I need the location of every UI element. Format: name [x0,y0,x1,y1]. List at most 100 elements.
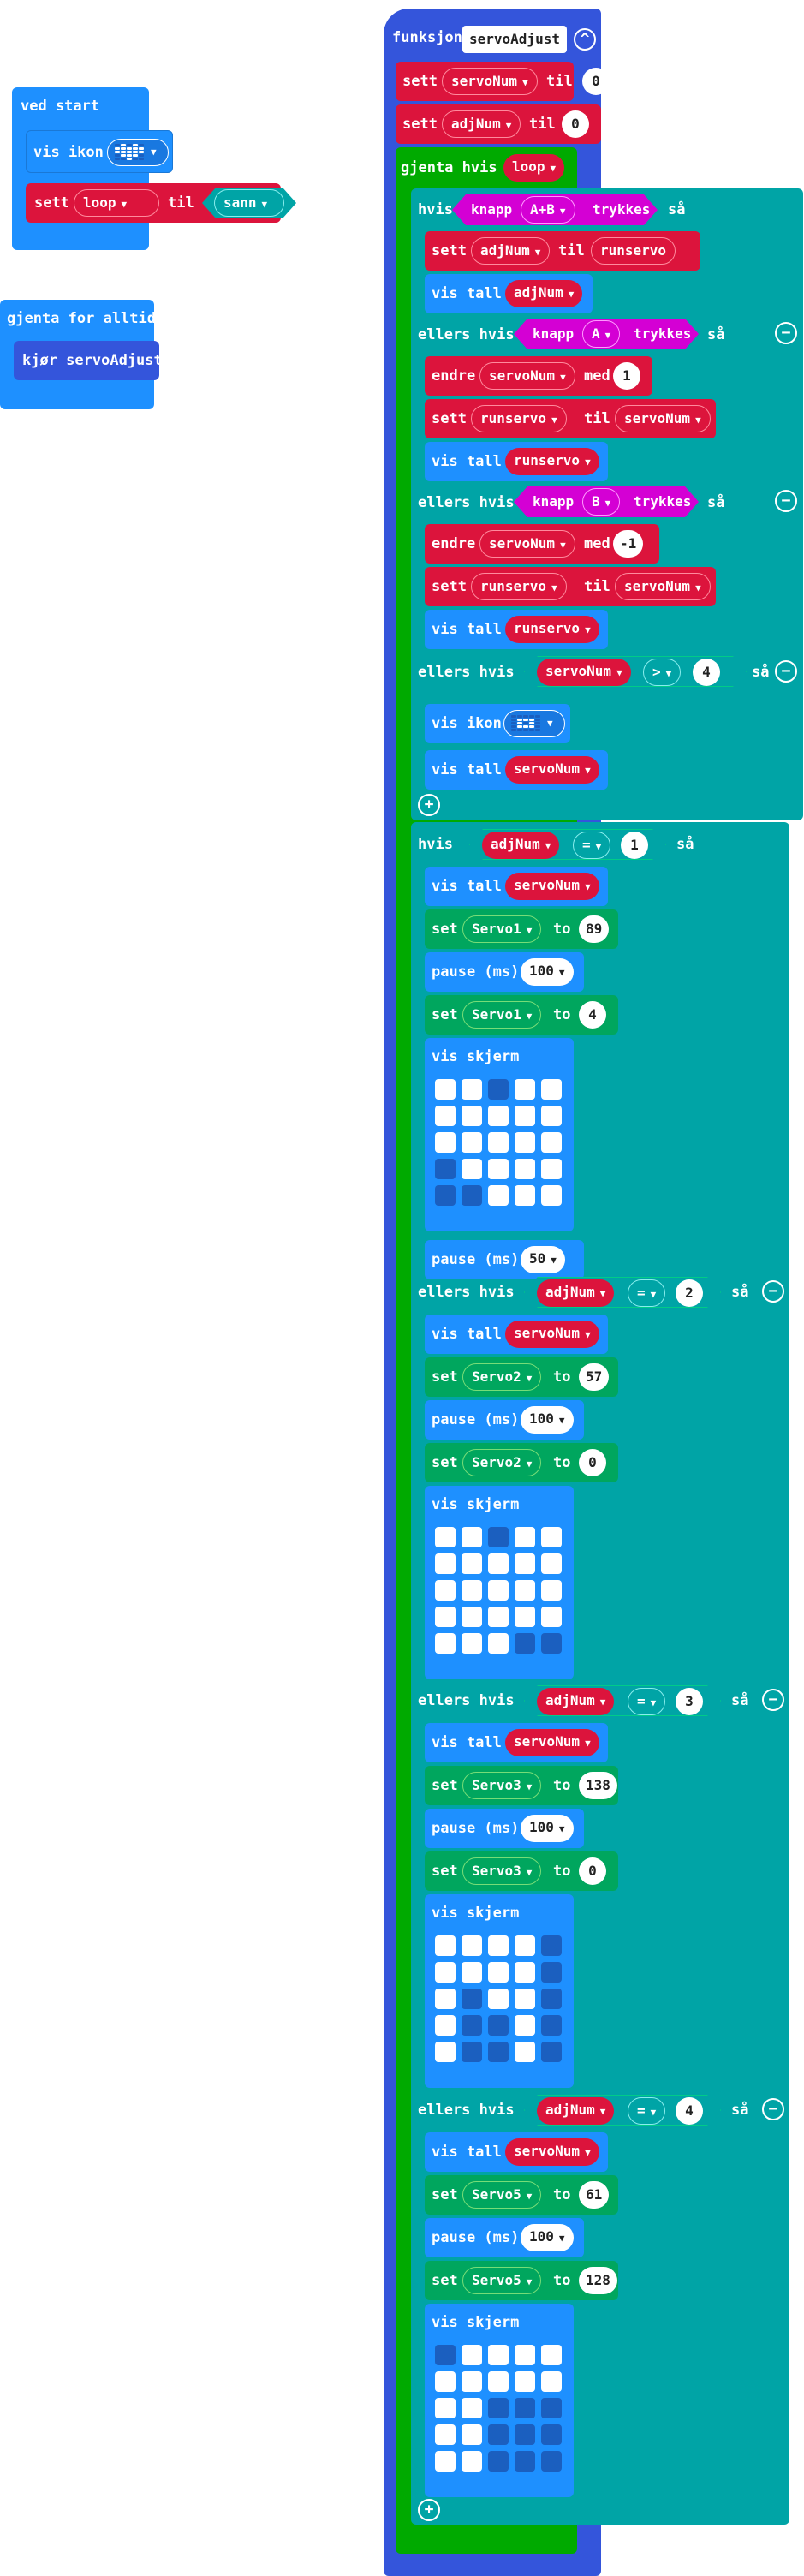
led-cell[interactable] [541,1935,562,1956]
led-cell[interactable] [515,1132,535,1153]
var-dropdown[interactable]: servoNum ▼ [479,530,575,558]
var-runservo[interactable]: runservo ▼ [505,616,599,643]
led-cell[interactable] [435,1580,456,1601]
show-number-servonum[interactable]: vis tall servoNum ▼ [425,1723,608,1762]
led-cell[interactable] [435,2451,456,2472]
led-cell[interactable] [515,1553,535,1574]
minus-circle-icon[interactable]: − [762,1689,784,1711]
var-servonum[interactable]: servoNum ▼ [505,1321,599,1348]
led-cell[interactable] [488,2451,509,2472]
operator-dropdown[interactable]: = ▼ [628,2097,665,2125]
set-runservo-servonum[interactable]: sett runservo ▼ til servoNum ▼ [425,399,716,438]
led-cell[interactable] [435,2398,456,2418]
angle-input[interactable]: 128 [579,2267,617,2294]
pause-block[interactable]: pause (ms) 100 ▼ [425,1400,584,1440]
var-dropdown[interactable]: servoNum ▼ [479,362,575,390]
led-cell[interactable] [435,2371,456,2392]
var-dropdown[interactable]: runservo ▼ [471,405,567,432]
led-cell[interactable] [462,1633,482,1654]
led-cell[interactable] [462,1607,482,1627]
angle-input[interactable]: 0 [579,1857,606,1885]
led-cell[interactable] [462,2451,482,2472]
led-cell[interactable] [541,2424,562,2445]
led-cell[interactable] [435,2424,456,2445]
led-cell[interactable] [515,2042,535,2062]
show-icon-block[interactable]: vis ikon ▼ [26,130,173,173]
show-number-runservo[interactable]: vis tall runservo ▼ [425,610,608,649]
led-cell[interactable] [435,1935,456,1956]
led-cell[interactable] [462,2042,482,2062]
var-adjnum[interactable]: adjNum ▼ [537,1279,614,1307]
var-servonum[interactable]: servoNum ▼ [537,659,631,686]
var-adjnum[interactable]: adjNum ▼ [482,832,559,859]
led-cell[interactable] [515,2424,535,2445]
led-cell[interactable] [488,1527,509,1547]
led-grid[interactable] [435,1079,572,1216]
var-runservo[interactable]: runservo [591,237,676,265]
led-cell[interactable] [488,1962,509,1983]
minus-circle-icon[interactable]: − [762,1280,784,1303]
led-cell[interactable] [515,2345,535,2365]
value-input[interactable]: 0 [562,110,589,138]
angle-input[interactable]: 138 [579,1772,617,1799]
pause-dropdown[interactable]: 100 ▼ [521,958,574,986]
led-cell[interactable] [435,1527,456,1547]
led-cell[interactable] [488,1633,509,1654]
compare-eq-2[interactable]: adjNum ▼ = ▼ 2 [524,1277,721,1308]
minus-circle-icon[interactable]: − [762,2098,784,2120]
operator-dropdown[interactable]: = ▼ [628,1688,665,1715]
show-icon-block[interactable]: vis ikon ▼ [425,704,570,743]
led-cell[interactable] [488,1185,509,1206]
led-cell[interactable] [488,1079,509,1100]
set-loop-block[interactable]: sett loop ▼ til sann ▼ [26,183,281,223]
compare-eq-3[interactable]: adjNum ▼ = ▼ 3 [524,1685,721,1716]
set-servo-block[interactable]: set Servo3 ▼ to 0 [425,1852,618,1891]
led-cell[interactable] [541,2345,562,2365]
led-cell[interactable] [462,1989,482,2009]
led-cell[interactable] [488,1989,509,2009]
show-leds-block[interactable]: vis skjerm [425,1486,574,1679]
led-cell[interactable] [515,1580,535,1601]
var-dropdown[interactable]: servoNum ▼ [442,68,538,95]
led-cell[interactable] [515,1106,535,1126]
led-cell[interactable] [435,1079,456,1100]
led-cell[interactable] [462,2424,482,2445]
led-cell[interactable] [488,1580,509,1601]
pause-block[interactable]: pause (ms) 100 ▼ [425,952,584,992]
set-servo-block[interactable]: set Servo3 ▼ to 138 [425,1766,618,1805]
var-servonum[interactable]: servoNum ▼ [615,405,711,432]
led-cell[interactable] [435,1962,456,1983]
led-cell[interactable] [488,1132,509,1153]
icon-dropdown[interactable]: ▼ [107,139,169,166]
led-cell[interactable] [462,1527,482,1547]
button-b-pressed[interactable]: knapp B ▼ trykkes [514,486,699,517]
var-dropdown[interactable]: adjNum ▼ [471,237,551,265]
led-cell[interactable] [515,1079,535,1100]
led-cell[interactable] [515,1989,535,2009]
pause-block[interactable]: pause (ms) 50 ▼ [425,1240,584,1279]
change-servonum-minus[interactable]: endre servoNum ▼ med -1 [425,524,659,564]
compare-gt[interactable]: servoNum ▼ > ▼ 4 [524,656,747,687]
minus-circle-icon[interactable]: − [775,490,797,512]
var-adjnum[interactable]: adjNum ▼ [537,2097,614,2125]
operator-dropdown[interactable]: = ▼ [628,1279,665,1307]
show-leds-block[interactable]: vis skjerm [425,2304,574,2497]
operator-dropdown[interactable]: = ▼ [573,832,610,859]
button-dropdown[interactable]: A ▼ [582,320,620,348]
button-dropdown[interactable]: A+B ▼ [521,196,575,224]
led-cell[interactable] [541,1553,562,1574]
led-cell[interactable] [515,1935,535,1956]
led-cell[interactable] [488,2371,509,2392]
led-cell[interactable] [541,1633,562,1654]
show-leds-block[interactable]: vis skjerm [425,1038,574,1231]
led-cell[interactable] [488,1935,509,1956]
pause-dropdown[interactable]: 50 ▼ [521,1246,565,1273]
plus-circle-icon[interactable]: + [418,2499,440,2521]
var-servonum[interactable]: servoNum ▼ [505,1729,599,1756]
led-cell[interactable] [462,1079,482,1100]
value-input[interactable]: -1 [613,530,644,558]
led-cell[interactable] [462,2371,482,2392]
servo-dropdown[interactable]: Servo2 ▼ [462,1363,542,1391]
led-cell[interactable] [435,1633,456,1654]
led-cell[interactable] [462,2345,482,2365]
